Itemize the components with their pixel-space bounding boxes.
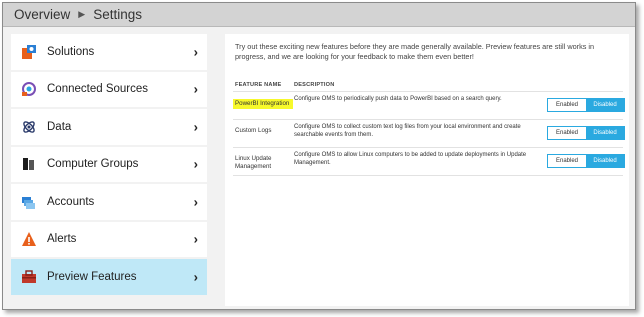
divider — [233, 175, 623, 176]
disabled-option[interactable]: Disabled — [586, 155, 624, 167]
sidebar-item-preview-features[interactable]: Preview Features › — [11, 259, 207, 295]
sidebar-item-label: Solutions — [47, 45, 95, 58]
preview-features-panel: Try out these exciting new features befo… — [225, 34, 629, 306]
disabled-option[interactable]: Disabled — [586, 127, 624, 139]
chevron-right-icon: › — [193, 269, 198, 285]
settings-sidebar: Solutions › Connected Sources › Data › C… — [11, 34, 207, 297]
sidebar-item-data[interactable]: Data › — [11, 109, 207, 145]
feature-name: Linux Update Management — [235, 155, 272, 170]
chevron-right-icon: › — [193, 44, 198, 60]
sidebar-item-label: Connected Sources — [47, 83, 149, 96]
breadcrumb: Overview ▶ Settings — [3, 3, 635, 27]
feature-description: Configure OMS to allow Linux computers t… — [294, 152, 527, 166]
feature-name-header: FEATURE NAME — [235, 82, 282, 88]
data-icon — [20, 118, 38, 136]
chevron-right-icon: › — [193, 231, 198, 247]
feature-name: PowerBI Integration — [233, 99, 293, 109]
feature-description: Configure OMS to collect custom text log… — [294, 124, 521, 138]
breadcrumb-separator-icon: ▶ — [78, 9, 86, 19]
sidebar-item-label: Computer Groups — [47, 158, 139, 171]
table-row: Linux Update Management Configure OMS to… — [233, 148, 625, 174]
computer-groups-icon — [20, 155, 38, 173]
alerts-icon — [20, 230, 38, 248]
window-frame: Overview ▶ Settings Solutions › Connecte… — [2, 2, 636, 310]
sidebar-item-alerts[interactable]: Alerts › — [11, 221, 207, 257]
feature-toggle: Enabled Disabled — [547, 154, 625, 168]
disabled-option[interactable]: Disabled — [586, 99, 624, 111]
feature-name: Custom Logs — [235, 127, 272, 134]
preview-features-icon — [20, 268, 38, 286]
sidebar-item-label: Data — [47, 120, 72, 133]
feature-description: Configure OMS to periodically push data … — [294, 96, 502, 102]
feature-toggle: Enabled Disabled — [547, 98, 625, 112]
accounts-icon — [20, 193, 38, 211]
breadcrumb-overview-link[interactable]: Overview — [14, 7, 70, 22]
sidebar-item-label: Alerts — [47, 233, 77, 246]
sidebar-item-connected-sources[interactable]: Connected Sources › — [11, 71, 207, 107]
connected-sources-icon — [20, 80, 38, 98]
sidebar-item-label: Accounts — [47, 195, 95, 208]
sidebar-item-solutions[interactable]: Solutions › — [11, 34, 207, 70]
chevron-right-icon: › — [193, 81, 198, 97]
enabled-option[interactable]: Enabled — [548, 127, 586, 139]
sidebar-item-label: Preview Features — [47, 270, 137, 283]
sidebar-item-accounts[interactable]: Accounts › — [11, 184, 207, 220]
description-header: DESCRIPTION — [294, 82, 335, 88]
solutions-icon — [20, 43, 38, 61]
table-row: Custom Logs Configure OMS to collect cus… — [233, 120, 625, 146]
intro-text: Try out these exciting new features befo… — [235, 42, 595, 61]
sidebar-item-computer-groups[interactable]: Computer Groups › — [11, 146, 207, 182]
enabled-option[interactable]: Enabled — [548, 155, 586, 167]
feature-toggle: Enabled Disabled — [547, 126, 625, 140]
page-title: Settings — [93, 7, 142, 22]
chevron-right-icon: › — [193, 194, 198, 210]
enabled-option[interactable]: Enabled — [548, 99, 586, 111]
chevron-right-icon: › — [193, 156, 198, 172]
chevron-right-icon: › — [193, 119, 198, 135]
table-row: PowerBI Integration Configure OMS to per… — [233, 92, 625, 118]
